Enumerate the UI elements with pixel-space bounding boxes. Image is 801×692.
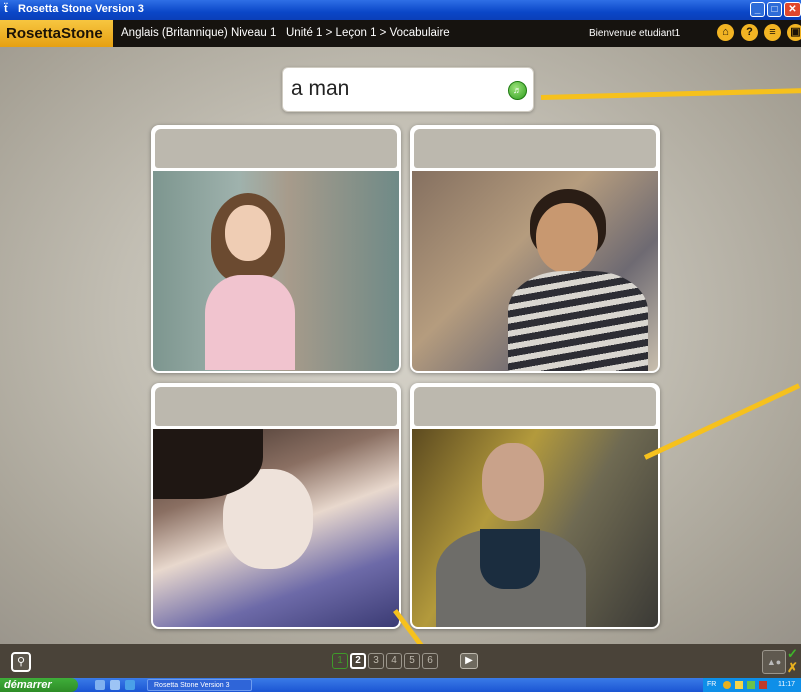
image-card-woman[interactable] — [151, 383, 401, 629]
window-titlebar: ẗ Rosetta Stone Version 3 _ □ ✕ — [0, 0, 801, 20]
shapes-icon[interactable]: ▲● — [762, 650, 786, 674]
tray-network-icon[interactable] — [747, 681, 755, 689]
card-label-area — [414, 129, 656, 168]
page-3-button[interactable]: 3 — [368, 653, 384, 669]
system-tray: FR 11:17 — [703, 678, 801, 692]
settings-icon[interactable]: ▣ — [787, 24, 801, 41]
speaker-icon[interactable]: ♬ — [508, 81, 527, 100]
photo-boy — [412, 171, 658, 371]
window-title: Rosetta Stone Version 3 — [18, 3, 144, 15]
image-card-boy[interactable] — [410, 125, 660, 373]
tray-app-icon[interactable] — [723, 681, 731, 689]
magnifier-icon[interactable]: ⚲ — [11, 652, 31, 672]
start-button[interactable]: démarrer — [0, 678, 78, 692]
photo-man — [412, 429, 658, 627]
help-icon[interactable]: ? — [741, 24, 758, 41]
language-indicator[interactable]: FR — [707, 678, 716, 692]
windows-taskbar: démarrer Rosetta Stone Version 3 FR 11:1… — [0, 678, 801, 692]
browser-icon[interactable] — [125, 680, 135, 690]
image-card-man[interactable] — [410, 383, 660, 629]
app-header: RosettaStone Anglais (Britannique) Nivea… — [0, 20, 801, 47]
home-icon[interactable]: ⌂ — [717, 24, 734, 41]
welcome-text: Bienvenue etudiant1 — [589, 28, 681, 39]
menu-icon[interactable]: ≡ — [764, 24, 781, 41]
incorrect-x-icon: ✗ — [787, 660, 798, 675]
page-4-button[interactable]: 4 — [386, 653, 402, 669]
page-2-button[interactable]: 2 — [350, 653, 366, 669]
photo-girl — [153, 171, 399, 371]
minimize-button[interactable]: _ — [750, 2, 765, 17]
taskbar-item-label: Rosetta Stone Version 3 — [154, 682, 230, 689]
tray-security-icon[interactable] — [759, 681, 767, 689]
explorer-icon[interactable] — [110, 680, 120, 690]
tray-folder-icon[interactable] — [735, 681, 743, 689]
prompt-box: a man ♬ — [282, 67, 534, 112]
taskbar-item-rosetta[interactable]: Rosetta Stone Version 3 — [147, 679, 252, 691]
page-1-button[interactable]: 1 — [332, 653, 348, 669]
page-6-button[interactable]: 6 — [422, 653, 438, 669]
image-card-girl[interactable] — [151, 125, 401, 373]
close-button[interactable]: ✕ — [784, 2, 801, 17]
maximize-button[interactable]: □ — [767, 2, 782, 17]
start-label: démarrer — [4, 679, 52, 691]
rosetta-stone-logo: RosettaStone — [0, 20, 113, 47]
show-desktop-icon[interactable] — [95, 680, 105, 690]
breadcrumb[interactable]: Unité 1 > Leçon 1 > Vocabulaire — [286, 27, 450, 39]
card-label-area — [414, 387, 656, 426]
prompt-text: a man — [291, 77, 350, 100]
bottom-bar: ⚲ 1 2 3 4 5 6 ▶ ▲● ✓ ✗ — [0, 644, 801, 678]
next-page-icon[interactable]: ▶ — [460, 653, 478, 669]
course-title: Anglais (Britannique) Niveau 1 — [121, 27, 277, 39]
page-5-button[interactable]: 5 — [404, 653, 420, 669]
photo-woman — [153, 429, 399, 627]
card-label-area — [155, 129, 397, 168]
card-label-area — [155, 387, 397, 426]
clock: 11:17 — [778, 681, 795, 688]
app-icon: ẗ — [4, 3, 8, 15]
